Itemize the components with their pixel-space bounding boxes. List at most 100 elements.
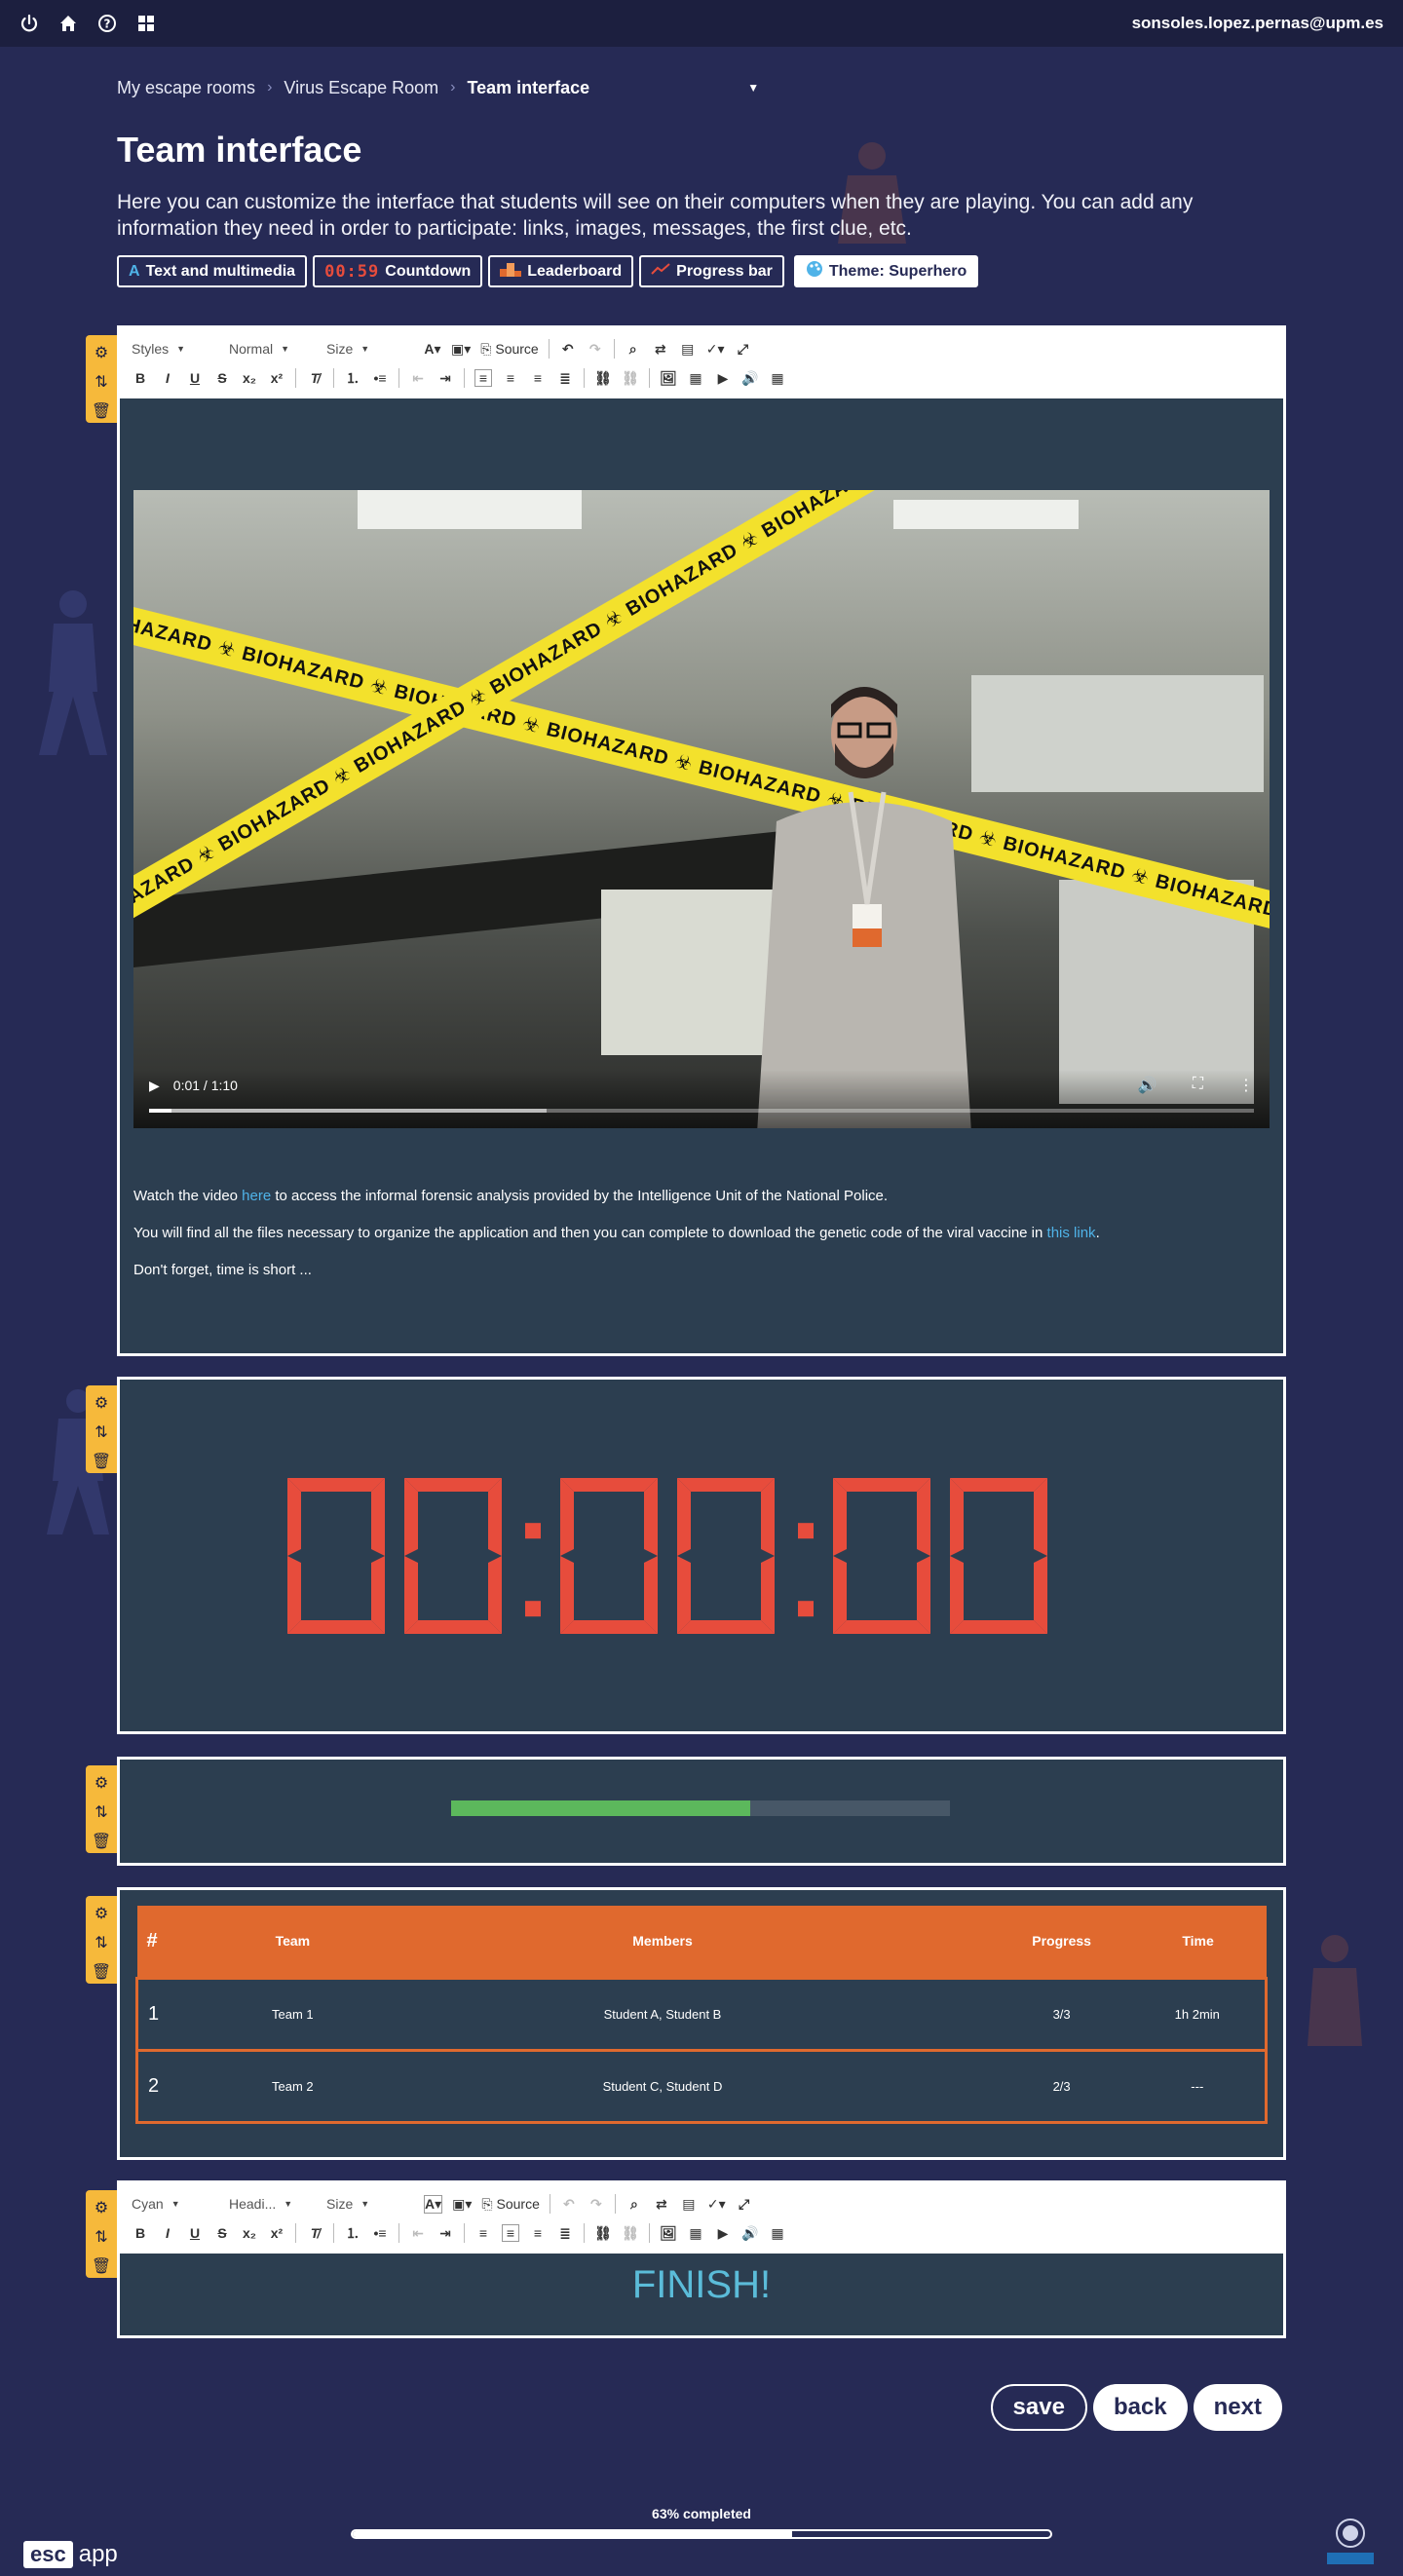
source-button[interactable]: ⎘ Source (481, 2196, 539, 2213)
underline-icon[interactable]: U (186, 370, 204, 386)
underline-icon[interactable]: U (186, 2225, 204, 2241)
align-justify-icon[interactable]: ≣ (556, 2225, 574, 2242)
trash-icon[interactable]: 🗑 (92, 403, 111, 421)
align-right-icon[interactable]: ≡ (529, 370, 547, 386)
link-icon[interactable]: ⛓ (594, 2225, 612, 2242)
gear-icon[interactable]: ⚙ (95, 1906, 108, 1923)
gear-icon[interactable]: ⚙ (95, 1775, 108, 1793)
help-icon[interactable]: ? (97, 14, 117, 33)
replace-icon[interactable]: ⇄ (652, 341, 669, 358)
align-justify-icon[interactable]: ≣ (556, 370, 574, 387)
outdent-icon[interactable]: ⇤ (409, 370, 427, 387)
video-player[interactable]: BIOHAZARD ☣ BIOHAZARD ☣ BIOHAZARD ☣ BIOH… (133, 490, 1270, 1128)
unlink-icon[interactable]: ⛓ (622, 2225, 639, 2242)
styles-select[interactable]: Styles ▼ (132, 341, 219, 357)
italic-icon[interactable]: I (159, 2225, 176, 2241)
strikethrough-icon[interactable]: S (213, 2225, 231, 2241)
video-link[interactable]: here (242, 1188, 271, 1204)
audio-icon[interactable]: 🔊 (741, 370, 759, 387)
spellcheck-icon[interactable]: ✓▾ (707, 2196, 726, 2213)
video-icon[interactable]: ▦ (687, 370, 704, 387)
align-left-icon[interactable]: ≡ (474, 369, 492, 387)
undo-icon[interactable]: ↶ (559, 341, 577, 358)
home-icon[interactable] (58, 14, 78, 33)
format-select[interactable]: Normal ▼ (229, 341, 317, 357)
replace-icon[interactable]: ⇄ (653, 2196, 670, 2213)
trash-icon[interactable]: 🗑 (92, 1454, 111, 1471)
bold-icon[interactable]: B (132, 2225, 149, 2241)
apps-grid-icon[interactable] (136, 14, 156, 33)
breadcrumb-my-escape-rooms[interactable]: My escape rooms (117, 78, 255, 98)
add-leaderboard-button[interactable]: Leaderboard (488, 255, 634, 287)
video-seekbar[interactable] (149, 1109, 1254, 1113)
trash-icon[interactable]: 🗑 (92, 1834, 111, 1851)
italic-icon[interactable]: I (159, 370, 176, 386)
trash-icon[interactable]: 🗑 (92, 2258, 111, 2276)
remove-format-icon[interactable]: T̸ (306, 2225, 323, 2241)
caret-down-icon[interactable]: ▼ (747, 81, 759, 95)
redo-icon[interactable]: ↷ (588, 2196, 605, 2213)
table-icon[interactable]: ▦ (769, 2225, 786, 2242)
more-options-icon[interactable]: ⋮ (1238, 1076, 1254, 1095)
reorder-icon[interactable]: ⇅ (95, 2229, 107, 2247)
bullet-list-icon[interactable]: •≡ (371, 2225, 389, 2241)
add-countdown-button[interactable]: 00:59 Countdown (313, 255, 483, 287)
subscript-icon[interactable]: x₂ (241, 2225, 258, 2241)
power-icon[interactable] (19, 14, 39, 33)
select-all-icon[interactable]: ▤ (680, 2196, 698, 2213)
text-color-icon[interactable]: A▾ (424, 2194, 443, 2214)
superscript-icon[interactable]: x² (268, 2225, 285, 2241)
save-button[interactable]: save (990, 2384, 1087, 2431)
finish-heading[interactable]: FINISH! (120, 2263, 1283, 2307)
find-icon[interactable]: ⌕ (625, 341, 642, 358)
select-all-icon[interactable]: ▤ (679, 341, 697, 358)
reorder-icon[interactable]: ⇅ (95, 374, 107, 392)
numbered-list-icon[interactable]: ⒈ (344, 368, 361, 388)
align-center-icon[interactable]: ≡ (502, 370, 519, 386)
gear-icon[interactable]: ⚙ (95, 2200, 108, 2217)
table-icon[interactable]: ▦ (769, 370, 786, 387)
reorder-icon[interactable]: ⇅ (95, 1804, 107, 1822)
link-icon[interactable]: ⛓ (594, 370, 612, 387)
unlink-icon[interactable]: ⛓ (622, 370, 639, 387)
find-icon[interactable]: ⌕ (626, 2196, 643, 2213)
add-text-multimedia-button[interactable]: A Text and multimedia (117, 255, 308, 287)
reorder-icon[interactable]: ⇅ (95, 1424, 107, 1442)
outdent-icon[interactable]: ⇤ (409, 2225, 427, 2242)
image-icon[interactable]: 🖼 (660, 370, 677, 387)
size-select[interactable]: Size ▼ (326, 341, 414, 357)
next-button[interactable]: next (1193, 2384, 1282, 2431)
bold-icon[interactable]: B (132, 370, 149, 386)
image-icon[interactable]: 🖼 (660, 2225, 677, 2242)
add-progress-bar-button[interactable]: Progress bar (639, 255, 784, 287)
bg-color-icon[interactable]: ▣▾ (452, 2196, 472, 2213)
source-button[interactable]: ⎘ Source (480, 341, 538, 358)
user-email[interactable]: sonsoles.lopez.pernas@upm.es (1132, 14, 1384, 33)
align-left-icon[interactable]: ≡ (474, 2225, 492, 2241)
maximize-icon[interactable]: ⤢ (736, 2196, 753, 2213)
bg-color-icon[interactable]: ▣▾ (451, 341, 471, 358)
breadcrumb-virus-escape-room[interactable]: Virus Escape Room (284, 78, 438, 98)
youtube-icon[interactable]: ▶ (714, 2225, 732, 2242)
play-icon[interactable]: ▶ (149, 1078, 160, 1094)
back-button[interactable]: back (1092, 2384, 1188, 2431)
bullet-list-icon[interactable]: •≡ (371, 370, 389, 386)
youtube-icon[interactable]: ▶ (714, 370, 732, 387)
text-color-icon[interactable]: A▾ (424, 341, 441, 358)
video-icon[interactable]: ▦ (687, 2225, 704, 2242)
spellcheck-icon[interactable]: ✓▾ (706, 341, 725, 358)
indent-icon[interactable]: ⇥ (436, 2225, 454, 2242)
styles-select[interactable]: Cyan ▼ (132, 2196, 219, 2212)
trash-icon[interactable]: 🗑 (92, 1964, 111, 1982)
format-select[interactable]: Headi... ▼ (229, 2196, 317, 2212)
superscript-icon[interactable]: x² (268, 370, 285, 386)
escapp-logo[interactable]: esc app (23, 2541, 118, 2568)
fullscreen-icon[interactable]: ⛶ (1193, 1076, 1203, 1095)
audio-icon[interactable]: 🔊 (741, 2225, 759, 2242)
indent-icon[interactable]: ⇥ (436, 370, 454, 387)
gear-icon[interactable]: ⚙ (95, 1395, 108, 1413)
reorder-icon[interactable]: ⇅ (95, 1935, 107, 1952)
redo-icon[interactable]: ↷ (587, 341, 604, 358)
download-link[interactable]: this link (1047, 1225, 1096, 1241)
undo-icon[interactable]: ↶ (560, 2196, 578, 2213)
